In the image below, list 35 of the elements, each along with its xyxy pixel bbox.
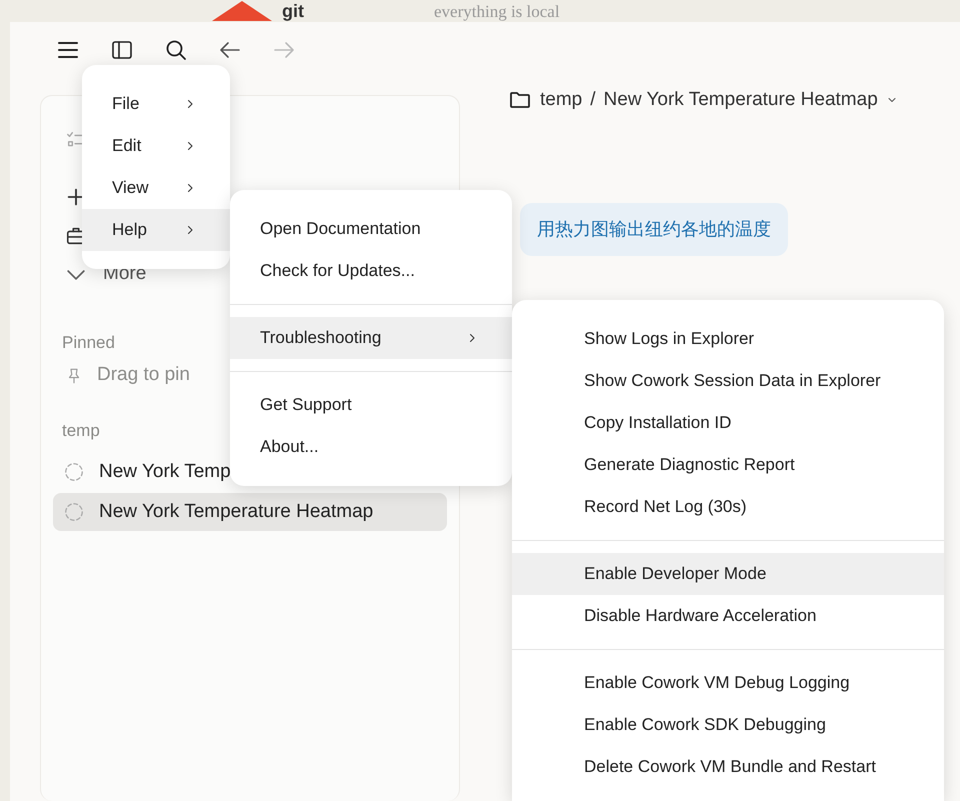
menu-item[interactable]: Edit [82, 125, 230, 167]
breadcrumb-separator: / [590, 88, 596, 112]
search-icon [164, 38, 188, 62]
menu-item[interactable]: Show Cowork Session Data in Explorer [512, 360, 944, 402]
menu-item[interactable]: Enable Cowork VM Debug Logging [512, 662, 944, 704]
sidebar-toggle-icon [110, 38, 134, 62]
menu-item[interactable]: Disable Hardware Acceleration [512, 595, 944, 637]
section-heading: Pinned [61, 332, 115, 354]
conversation-title[interactable]: New York Temperature Heatmap [604, 86, 878, 114]
search-button[interactable] [164, 38, 188, 62]
tagline: everything is local [434, 2, 560, 20]
menu-item[interactable]: Enable Cowork SDK Debugging [512, 704, 944, 746]
menu-item[interactable]: Enable Developer Mode [512, 553, 944, 595]
menu-item[interactable]: Generate Diagnostic Report [512, 444, 944, 486]
menu-item[interactable]: Check for Updates... [230, 250, 512, 292]
chevron-down-icon [67, 270, 85, 280]
menu-item[interactable]: Help [82, 209, 230, 251]
sidebar-button[interactable] [110, 38, 134, 62]
menu-item[interactable]: File [82, 83, 230, 125]
menu-item[interactable]: Get Support [230, 384, 512, 426]
menu-item[interactable]: Record Net Log (30s) [512, 486, 944, 528]
menu-item[interactable]: Troubleshooting [230, 317, 512, 359]
logo-text: git [282, 2, 304, 20]
menu-item[interactable]: View [82, 167, 230, 209]
section-heading: temp [61, 420, 100, 442]
menu-item[interactable]: Copy Installation ID [512, 402, 944, 444]
menu-item[interactable]: Delete Cowork VM Bundle and Restart [512, 746, 944, 788]
menu-item[interactable]: Open Documentation [230, 208, 512, 250]
user-message: 用热力图输出纽约各地的温度 [520, 202, 788, 256]
menu-item[interactable]: Show Logs in Explorer [512, 318, 944, 360]
status-circle-icon [63, 461, 85, 483]
folder-link[interactable]: temp [540, 86, 582, 114]
drop-hint: Drag to pin [97, 363, 190, 388]
conversation-item[interactable]: New York Temperature Heatmap [53, 493, 447, 531]
status-circle-icon [63, 501, 85, 523]
